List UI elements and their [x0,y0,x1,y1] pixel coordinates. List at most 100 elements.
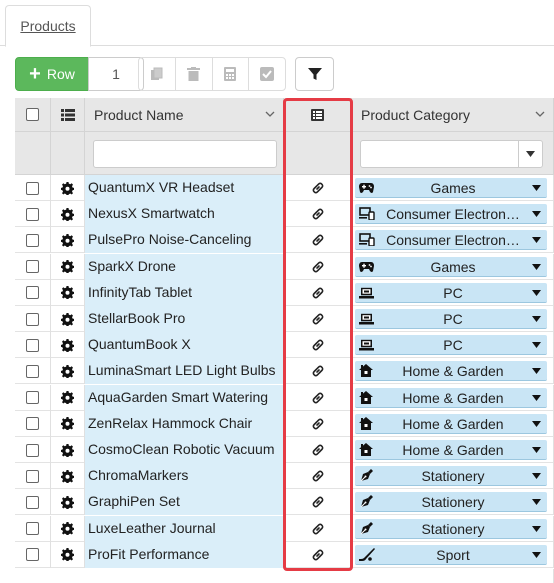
product-category-cell[interactable]: Games [352,175,554,201]
select-all-header[interactable] [15,98,51,132]
product-name-cell[interactable]: NexusX Smartwatch [85,201,284,228]
row-settings-cell[interactable] [51,410,85,437]
chevron-down-icon[interactable] [535,110,545,118]
caret-down-icon[interactable] [532,525,541,532]
details-link-cell[interactable] [284,541,352,568]
caret-down-icon[interactable] [532,420,541,427]
caret-down-icon[interactable] [532,237,541,244]
product-name-filter-input[interactable] [93,140,277,168]
link-icon[interactable] [311,443,325,457]
category-dropdown[interactable]: PC [355,282,547,303]
details-link-cell[interactable] [284,201,352,228]
filter-button[interactable] [295,57,334,91]
row-select-cell[interactable] [15,437,51,463]
row-select-cell[interactable] [15,175,51,201]
row-settings-cell[interactable] [51,358,85,385]
details-link-cell[interactable] [284,332,352,359]
category-dropdown[interactable]: Stationery [355,466,547,487]
row-settings-cell[interactable] [51,279,85,306]
product-name-cell[interactable]: SparkX Drone [85,253,284,280]
row-settings-cell[interactable] [51,306,85,332]
details-link-cell[interactable] [284,279,352,306]
caret-down-icon[interactable] [532,263,541,270]
product-category-cell[interactable]: Games [352,253,554,280]
row-settings-cell[interactable] [51,253,85,280]
confirm-button[interactable] [249,58,285,90]
delete-button[interactable] [176,58,213,90]
row-select-cell[interactable] [15,253,51,280]
row-select-cell[interactable] [15,279,51,306]
details-link-cell[interactable] [284,227,352,254]
caret-down-icon[interactable] [532,499,541,506]
link-icon[interactable] [311,338,325,352]
row-checkbox[interactable] [26,548,39,562]
table-row[interactable]: AquaGarden Smart Watering Home & Garden [15,384,554,411]
product-name-cell[interactable]: StellarBook Pro [85,306,284,332]
category-dropdown[interactable]: Stationery [355,492,547,513]
copy-button[interactable] [139,58,176,90]
details-link-cell[interactable] [284,175,352,201]
gear-icon[interactable] [61,443,74,457]
caret-down-icon[interactable] [532,289,541,296]
row-select-cell[interactable] [15,384,51,411]
table-row[interactable]: LuxeLeather Journal Stationery [15,515,554,542]
table-row[interactable]: ChromaMarkers Stationery [15,463,554,490]
category-dropdown[interactable]: Home & Garden [355,413,547,434]
product-category-cell[interactable]: Home & Garden [352,410,554,437]
row-select-cell[interactable] [15,306,51,332]
table-row[interactable]: ZenRelax Hammock Chair Home & Garden [15,410,554,437]
category-dropdown[interactable]: Home & Garden [355,361,547,382]
category-dropdown[interactable]: Home & Garden [355,440,547,460]
product-name-cell[interactable]: GraphiPen Set [85,489,284,516]
table-row[interactable]: InfinityTab Tablet PC [15,279,554,306]
caret-down-icon[interactable] [532,211,541,218]
product-category-cell[interactable]: Stationery [352,515,554,542]
link-icon[interactable] [311,469,325,483]
row-settings-cell[interactable] [51,384,85,411]
row-checkbox[interactable] [26,233,39,247]
table-row[interactable]: PulsePro Noise-Canceling Consumer Electro… [15,227,554,254]
table-row[interactable]: LuminaSmart LED Light Bulbs Home & Garden [15,358,554,385]
table-row[interactable]: QuantumBook X PC [15,332,554,359]
product-name-cell[interactable]: QuantumX VR Headset [85,175,284,201]
product-name-cell[interactable]: ProFit Performance [85,541,284,568]
gear-icon[interactable] [61,364,74,378]
table-row[interactable]: CosmoClean Robotic Vacuum Home & Garden [15,437,554,463]
gear-icon[interactable] [61,181,74,195]
gear-icon[interactable] [61,495,74,509]
product-name-cell[interactable]: ChromaMarkers [85,463,284,490]
row-checkbox[interactable] [26,207,39,221]
link-icon[interactable] [311,495,325,509]
details-link-cell[interactable] [284,410,352,437]
category-dropdown[interactable]: Consumer Electron… [355,230,547,251]
caret-down-icon[interactable] [532,447,541,453]
caret-down-icon[interactable] [518,141,542,167]
column-header-details[interactable] [284,98,352,132]
link-icon[interactable] [311,522,325,536]
row-select-cell[interactable] [15,332,51,359]
row-settings-cell[interactable] [51,463,85,490]
caret-down-icon[interactable] [532,368,541,375]
category-dropdown[interactable]: Stationery [355,518,547,539]
product-category-cell[interactable]: PC [352,306,554,332]
row-checkbox[interactable] [26,260,39,274]
gear-icon[interactable] [61,469,74,483]
row-checkbox[interactable] [26,495,39,509]
table-row[interactable]: StellarBook Pro PC [15,306,554,332]
row-select-cell[interactable] [15,227,51,254]
category-dropdown[interactable]: Games [355,178,547,198]
details-link-cell[interactable] [284,463,352,490]
gear-icon[interactable] [61,417,74,431]
row-select-cell[interactable] [15,410,51,437]
product-name-cell[interactable]: CosmoClean Robotic Vacuum [85,437,284,463]
table-row[interactable]: SparkX Drone Games [15,253,554,280]
gear-icon[interactable] [61,312,74,326]
row-select-cell[interactable] [15,515,51,542]
row-checkbox[interactable] [26,312,39,326]
details-link-cell[interactable] [284,384,352,411]
tab-products[interactable]: Products [5,5,91,47]
gear-icon[interactable] [61,233,74,247]
link-icon[interactable] [311,391,325,405]
table-row[interactable]: ProFit Performance Sport [15,541,554,568]
link-icon[interactable] [311,286,325,300]
